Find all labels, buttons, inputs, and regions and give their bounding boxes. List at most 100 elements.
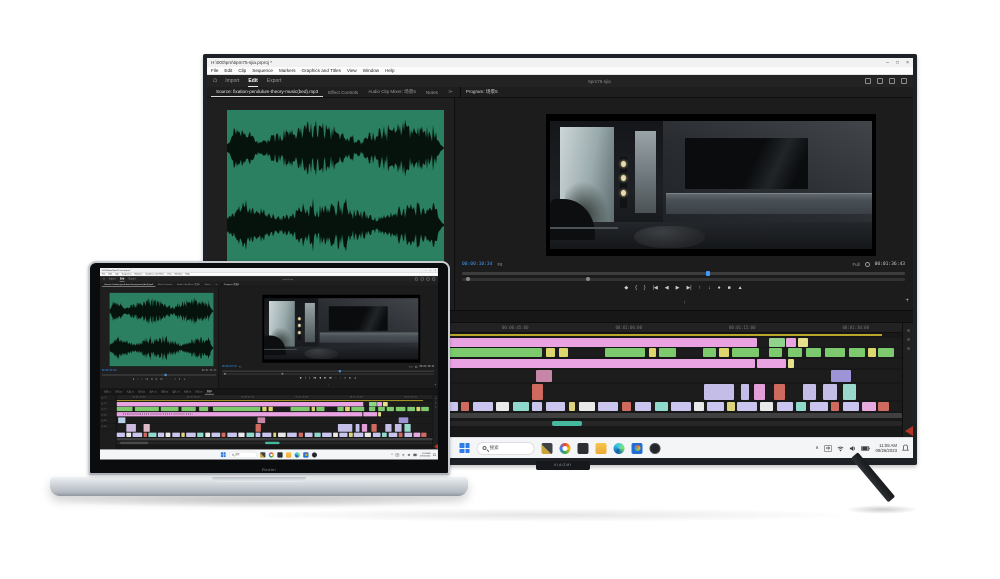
video-clip[interactable] [256, 424, 261, 432]
menu-item[interactable]: Help [385, 68, 394, 73]
file-manager-app-icon[interactable] [277, 452, 282, 457]
audio-clip[interactable] [365, 433, 371, 437]
video-clip[interactable] [407, 407, 415, 411]
sequence-tab[interactable]: 序列 08 [182, 389, 193, 394]
video-clip[interactable] [757, 359, 785, 368]
transport-button[interactable]: { [305, 377, 306, 380]
workspace-tab[interactable]: Edit [248, 76, 257, 87]
video-clip[interactable] [364, 412, 378, 416]
sequence-tab[interactable]: 成片 07 [171, 389, 182, 394]
overflow-chevron-icon[interactable]: ≫ [213, 282, 220, 287]
audio-clip[interactable] [205, 433, 210, 437]
video-clip[interactable] [345, 407, 350, 411]
audio-clip[interactable] [333, 433, 338, 437]
export-frame-button[interactable]: ↑ [328, 384, 329, 387]
language-indicator[interactable]: 中 [395, 453, 399, 456]
video-clip[interactable] [161, 407, 178, 411]
menu-item[interactable]: Sequence [122, 273, 132, 275]
zoom-range-bar[interactable] [222, 373, 434, 374]
wifi-icon[interactable] [402, 453, 405, 456]
audio-clip[interactable] [635, 402, 652, 411]
audio-clip[interactable] [166, 433, 171, 437]
menu-item[interactable]: File [211, 68, 218, 73]
video-clip[interactable] [117, 402, 363, 406]
video-clip[interactable] [605, 348, 645, 357]
audio-clip[interactable] [579, 402, 596, 411]
taskbar-clock[interactable]: 11:08 AM 09/26/2023 [875, 443, 897, 453]
video-clip[interactable] [351, 407, 364, 411]
edge-browser-icon[interactable] [295, 452, 300, 457]
transport-button[interactable]: ▶ [676, 285, 680, 291]
tab-source-monitor[interactable]: Source: fixation-pendulum-theory-music(b… [102, 282, 156, 287]
video-clip[interactable] [135, 407, 159, 411]
video-clip[interactable] [878, 348, 894, 357]
playhead-marker[interactable] [339, 370, 341, 372]
transport-button[interactable]: |◀ [146, 378, 148, 381]
video-clip[interactable] [843, 384, 856, 400]
transport-button[interactable]: ▶ [324, 377, 326, 380]
zoom-handle-left[interactable] [466, 277, 470, 281]
scrollbar-handle[interactable] [552, 421, 582, 426]
audio-clip[interactable] [622, 402, 632, 411]
sequence-tab[interactable]: 序列 06 [159, 389, 170, 394]
video-clip[interactable] [268, 407, 272, 411]
search-box[interactable]: 搜索 [229, 452, 257, 458]
start-button[interactable] [221, 452, 226, 457]
transport-button[interactable]: } [142, 378, 143, 381]
audio-clip[interactable] [197, 433, 203, 437]
browser-app-icon[interactable] [269, 452, 274, 457]
tab-notes[interactable]: Notes [202, 282, 213, 286]
settings-wrench-icon[interactable] [415, 366, 417, 368]
menu-item[interactable]: Edit [224, 68, 232, 73]
battery-icon[interactable] [413, 453, 417, 456]
video-clip[interactable] [362, 424, 367, 432]
transport-button[interactable]: ▶| [330, 377, 332, 380]
video-clip[interactable] [316, 407, 324, 411]
video-clip[interactable] [126, 424, 135, 432]
audio-clip[interactable] [314, 433, 320, 437]
wifi-icon[interactable] [837, 445, 844, 452]
window-titlebar[interactable]: H:\000\pm\5pm75-sjia.prproj * – □ × [207, 58, 913, 67]
video-clip[interactable] [371, 424, 376, 432]
audio-clip[interactable] [546, 402, 566, 411]
video-clip[interactable] [182, 407, 196, 411]
layout-icon[interactable] [426, 278, 429, 281]
home-icon[interactable]: ⌂ [213, 76, 217, 86]
audio-clip[interactable] [373, 433, 381, 437]
video-clip[interactable] [769, 338, 785, 347]
video-clip[interactable] [803, 384, 816, 400]
video-clip[interactable] [385, 424, 391, 432]
video-clip[interactable] [387, 407, 395, 411]
audio-clip[interactable] [399, 433, 403, 437]
menu-item[interactable]: Markers [134, 273, 142, 275]
video-clip[interactable] [786, 338, 797, 347]
video-clip[interactable] [356, 424, 360, 432]
menu-item[interactable]: Clip [238, 68, 246, 73]
photos-app-icon[interactable] [632, 443, 643, 454]
transport-button[interactable]: ◆ [624, 285, 628, 291]
audio-clip[interactable] [598, 402, 618, 411]
audio-clip[interactable] [246, 433, 254, 437]
video-clip[interactable] [559, 348, 568, 357]
transport-button[interactable]: ◀ [319, 377, 321, 380]
audio-clip[interactable] [404, 433, 412, 437]
audio-clip[interactable] [843, 402, 860, 411]
close-button[interactable]: × [435, 269, 436, 272]
video-clip[interactable] [213, 407, 260, 411]
tab-program-monitor[interactable]: Program: 场景5 [221, 282, 241, 287]
zoom-level-select[interactable]: Fit [497, 262, 502, 267]
audio-clip[interactable] [148, 433, 156, 437]
folder-explorer-icon[interactable] [286, 452, 291, 457]
menu-item[interactable]: View [347, 68, 357, 73]
photos-app-icon[interactable] [303, 452, 308, 457]
tab-source-monitor[interactable]: Source: fixation-pendulum-theory-music(b… [211, 87, 323, 97]
menu-item[interactable]: Window [363, 68, 379, 73]
tab-audio-clip-mixer[interactable]: Audio Clip Mixer: 场景5 [175, 282, 203, 287]
transport-button[interactable]: ↑ [335, 377, 336, 380]
audio-clip[interactable] [796, 402, 806, 411]
transport-button[interactable]: |◀ [313, 377, 315, 380]
track-group-bar[interactable] [117, 438, 433, 440]
transport-button[interactable]: ▶| [161, 378, 163, 381]
workspace-tab[interactable]: Edit [120, 276, 125, 281]
video-clip[interactable] [774, 384, 785, 400]
